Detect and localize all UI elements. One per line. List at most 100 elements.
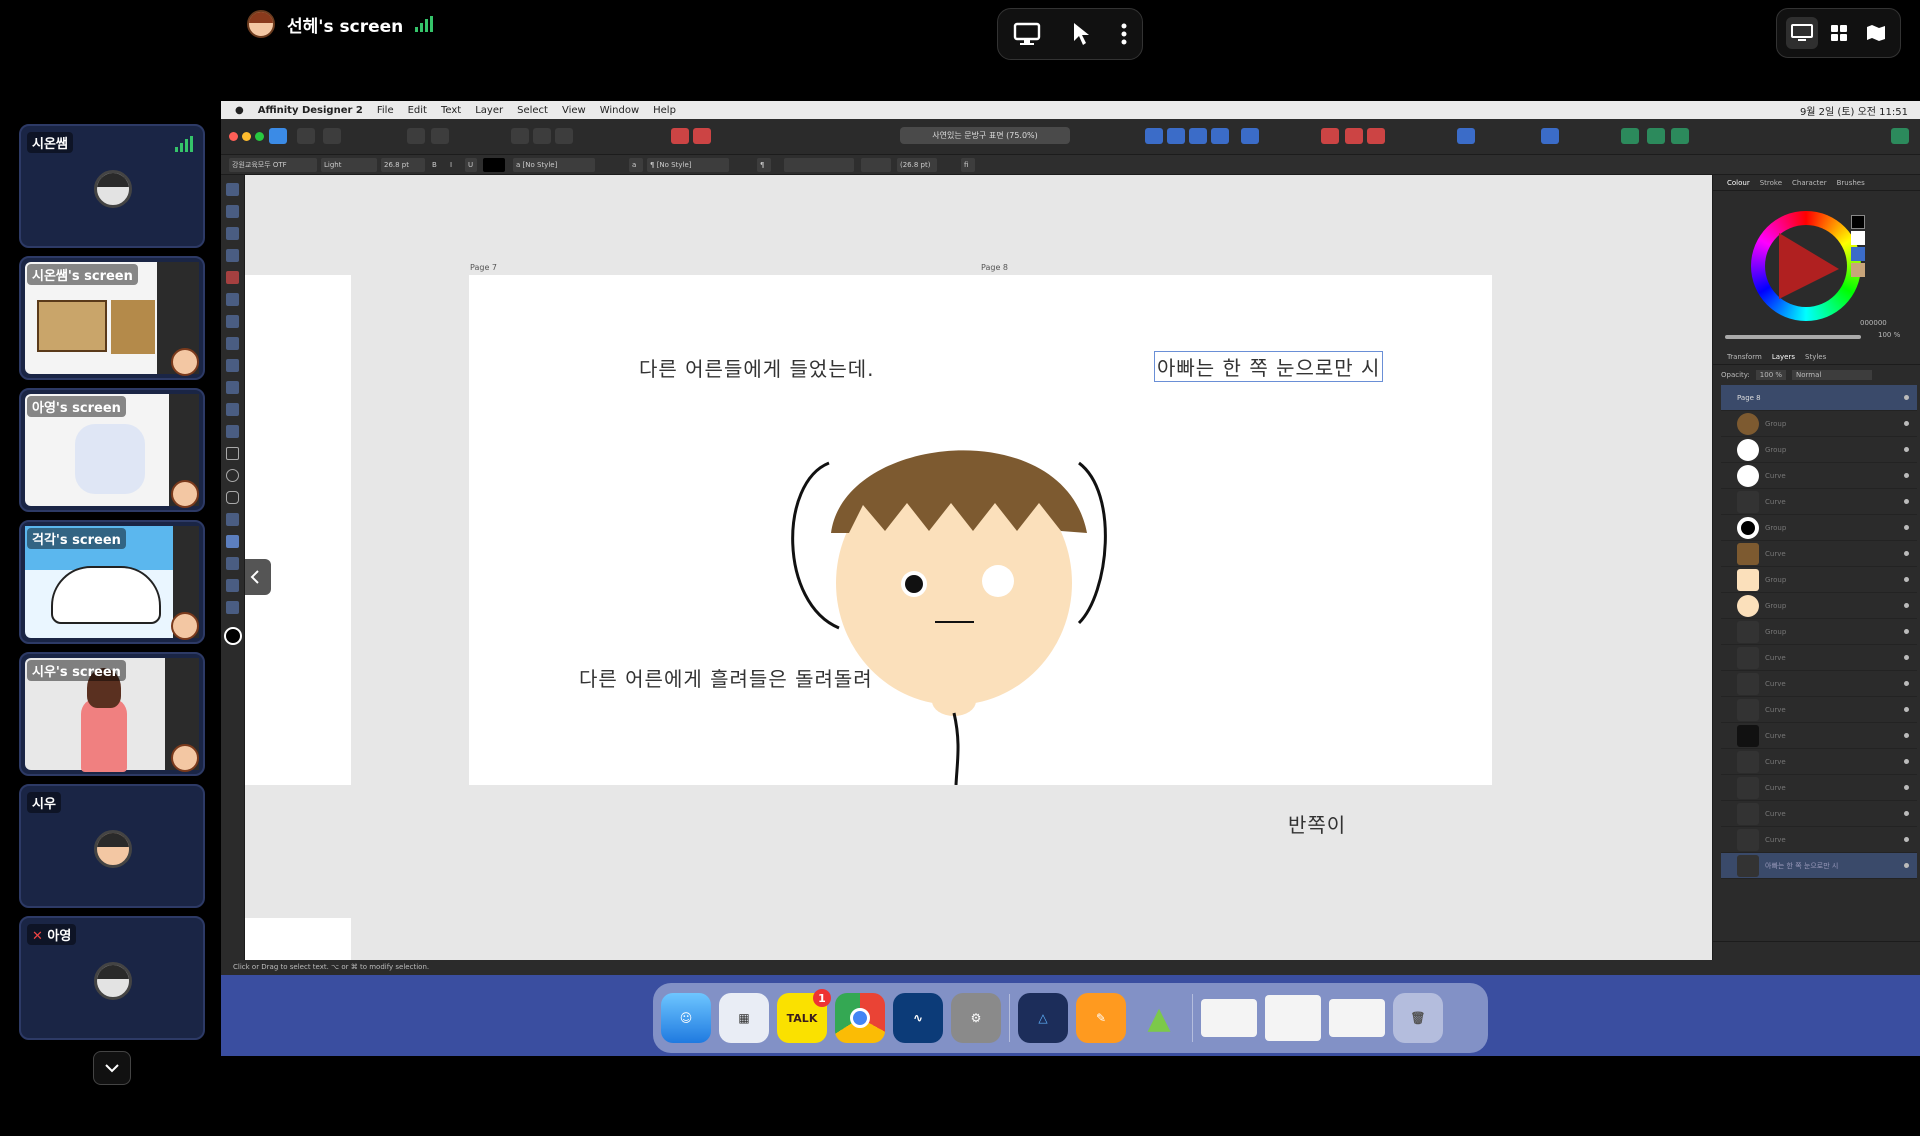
layer-row[interactable]: Curve	[1721, 463, 1917, 489]
menu-text[interactable]: Text	[441, 105, 461, 116]
menu-help[interactable]: Help	[653, 105, 676, 116]
swatch-tan[interactable]	[1851, 263, 1865, 277]
swatch-black[interactable]	[1851, 215, 1865, 229]
user-icon[interactable]	[1891, 128, 1909, 144]
italic-button[interactable]: I	[447, 158, 457, 172]
fill-tool-icon[interactable]	[226, 337, 239, 350]
layer-row[interactable]: Curve	[1721, 775, 1917, 801]
system-settings-icon[interactable]: ⚙	[951, 993, 1001, 1043]
tab-character[interactable]: Character	[1792, 179, 1827, 187]
tab-colour[interactable]: Colour	[1727, 179, 1750, 187]
layer-row-selected[interactable]: 아빠는 한 쪽 눈으로만 시	[1721, 853, 1917, 879]
settings-icon[interactable]	[407, 128, 425, 144]
transparency-tool-icon[interactable]	[226, 381, 239, 394]
canvas-text-4[interactable]: 반쪽이	[1288, 809, 1346, 838]
layer-row[interactable]: Curve	[1721, 671, 1917, 697]
list-group[interactable]	[861, 158, 891, 172]
participant-tile-1[interactable]: 시온쌤	[19, 124, 205, 248]
pointer-icon[interactable]	[1070, 21, 1092, 47]
layer-row-page[interactable]: Page 8	[1721, 385, 1917, 411]
place-image-tool-icon[interactable]	[226, 403, 239, 416]
paragraph-button[interactable]: ¶	[757, 158, 771, 172]
frame-text-tool-icon[interactable]	[226, 557, 239, 570]
opacity-slider[interactable]	[1725, 335, 1861, 339]
boolean-icon[interactable]	[671, 128, 689, 144]
canvas-text-1[interactable]: 다른 어른들에게 들었는데.	[639, 353, 874, 382]
underline-button[interactable]: U	[465, 158, 477, 172]
boolean-divide-icon[interactable]	[1541, 128, 1559, 144]
menu-edit[interactable]: Edit	[408, 105, 427, 116]
zoom-tool-icon[interactable]	[226, 601, 239, 614]
snap-icon[interactable]	[1367, 128, 1385, 144]
android-studio-icon[interactable]: ▲	[1134, 993, 1184, 1043]
grid-icon[interactable]	[1823, 17, 1855, 49]
layer-row[interactable]: Curve	[1721, 489, 1917, 515]
menu-view[interactable]: View	[562, 105, 586, 116]
participant-tile-2[interactable]: 시온쌤's screen	[19, 256, 205, 380]
bold-button[interactable]: B	[429, 158, 439, 172]
move-tool-icon[interactable]	[226, 183, 239, 196]
font-size-field[interactable]: 26.8 pt	[381, 158, 425, 172]
brush-tool-icon[interactable]	[226, 315, 239, 328]
blend-mode-select[interactable]: Normal	[1792, 370, 1873, 380]
swatch-blue[interactable]	[1851, 247, 1865, 261]
layer-row[interactable]: Curve	[1721, 541, 1917, 567]
collapse-tiles-button[interactable]	[93, 1051, 131, 1085]
layer-row[interactable]: Curve	[1721, 723, 1917, 749]
close-window-button[interactable]	[229, 132, 238, 141]
participant-tile-7[interactable]: ✕ 아영	[19, 916, 205, 1040]
font-family-select[interactable]: 강원교육모두 OTF	[229, 158, 317, 172]
text-tool-icon[interactable]	[226, 535, 239, 548]
document-title[interactable]: 사연있는 문방구 표면 (75.0%)	[900, 127, 1070, 144]
artboard-tool-icon[interactable]	[226, 205, 239, 218]
chrome-icon[interactable]	[835, 993, 885, 1043]
assistant-icon[interactable]	[1647, 128, 1665, 144]
align-icon[interactable]	[511, 128, 529, 144]
menu-window[interactable]: Window	[600, 105, 639, 116]
designer-persona-icon[interactable]	[269, 128, 287, 144]
layer-row[interactable]: Curve	[1721, 697, 1917, 723]
rectangle-tool-icon[interactable]	[226, 447, 239, 460]
pen-tool-icon[interactable]	[226, 271, 239, 284]
ellipse-tool-icon[interactable]	[226, 469, 239, 482]
pages-icon[interactable]: ✎	[1076, 993, 1126, 1043]
layer-row[interactable]: Group	[1721, 567, 1917, 593]
paragraph-style-select[interactable]: ¶ [No Style]	[647, 158, 729, 172]
ligature-button[interactable]: fi	[961, 158, 975, 172]
arrange-icon[interactable]	[1189, 128, 1207, 144]
assistant-icon[interactable]	[1621, 128, 1639, 144]
layer-row[interactable]: Curve	[1721, 827, 1917, 853]
swatch-white[interactable]	[1851, 231, 1865, 245]
align-icon[interactable]	[533, 128, 551, 144]
arrange-icon[interactable]	[1211, 128, 1229, 144]
font-weight-select[interactable]: Light	[321, 158, 377, 172]
flip-icon[interactable]	[1167, 128, 1185, 144]
character-style-select[interactable]: a [No Style]	[513, 158, 595, 172]
color-picker-tool-icon[interactable]	[226, 579, 239, 592]
recent-window-thumbnail[interactable]	[1201, 999, 1257, 1037]
fill-stroke-swatch[interactable]	[224, 627, 242, 645]
shape-tool-icon[interactable]	[226, 513, 239, 526]
menu-select[interactable]: Select	[517, 105, 548, 116]
map-icon[interactable]	[1860, 17, 1892, 49]
collapse-sidebar-button[interactable]	[245, 559, 271, 595]
menu-file[interactable]: File	[377, 105, 394, 116]
style-a-button[interactable]: a	[629, 158, 643, 172]
mercury-icon[interactable]: ∿	[893, 993, 943, 1043]
canvas-text-3[interactable]: 다른 어른에게 흘려들은 돌려돌려	[579, 663, 873, 692]
app-name-menu[interactable]: Affinity Designer 2	[258, 105, 363, 116]
tab-brushes[interactable]: Brushes	[1837, 179, 1865, 187]
point-tool-icon[interactable]	[226, 249, 239, 262]
zoom-window-button[interactable]	[255, 132, 264, 141]
flip-icon[interactable]	[1145, 128, 1163, 144]
apple-icon[interactable]: ●	[235, 105, 244, 116]
affinity-designer-icon[interactable]: △	[1018, 993, 1068, 1043]
crop-tool-icon[interactable]	[226, 425, 239, 438]
layer-opacity-field[interactable]: 100 %	[1755, 370, 1787, 380]
launchpad-icon[interactable]: ▦	[719, 993, 769, 1043]
snap-icon[interactable]	[1321, 128, 1339, 144]
snap-icon[interactable]	[1345, 128, 1363, 144]
document-canvas[interactable]: Page 7 Page 8 다른 어른들에게 들었는데. 아빠는 한 쪽 눈으로…	[245, 175, 1712, 960]
layer-row[interactable]: Curve	[1721, 749, 1917, 775]
boolean-add-icon[interactable]	[1457, 128, 1475, 144]
